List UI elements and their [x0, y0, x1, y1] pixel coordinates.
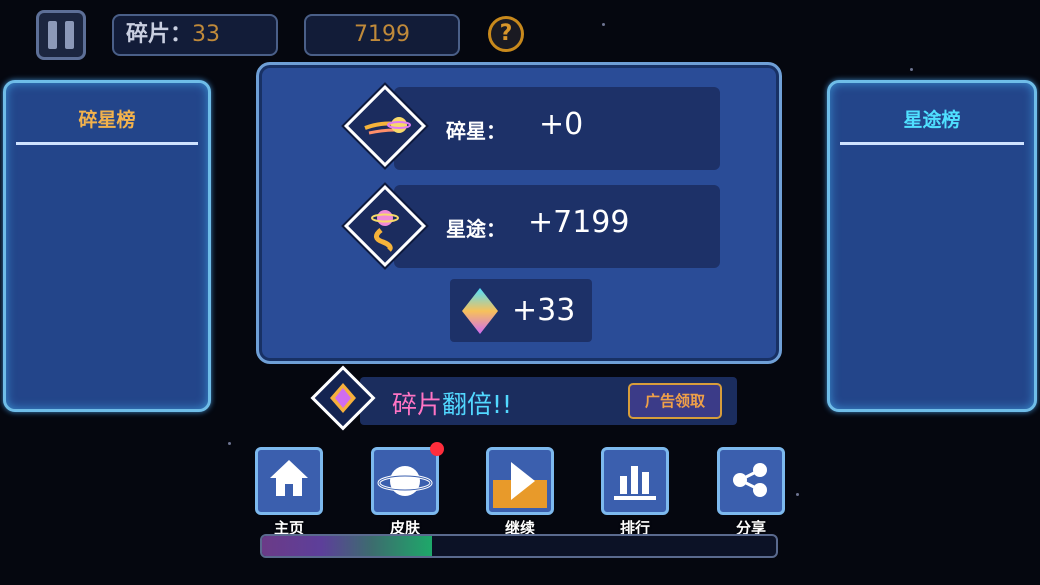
result-panel: 碎星： +0 星途： +7199 +33 [256, 62, 782, 364]
help-button[interactable]: ? [488, 16, 524, 52]
star [228, 442, 231, 445]
nav-share[interactable]: 分享 [717, 447, 785, 538]
nav-continue[interactable]: 继续 [486, 447, 554, 538]
fragments-label: 碎片： [126, 22, 193, 47]
shards-value: +0 [539, 107, 584, 142]
planet-icon [371, 442, 444, 515]
star [796, 493, 799, 496]
shard-leaderboard[interactable]: 碎星榜 [3, 80, 211, 412]
nav-home[interactable]: 主页 [255, 447, 323, 538]
star [602, 23, 605, 26]
fragments-counter: 碎片：33 [112, 14, 278, 56]
home-icon [255, 447, 323, 515]
journey-leaderboard[interactable]: 星途榜 [827, 80, 1037, 412]
double-reward-text-a: 碎片 [392, 390, 443, 419]
journey-leaderboard-title: 星途榜 [840, 105, 1024, 145]
share-icon [717, 447, 785, 515]
pause-button[interactable] [36, 10, 86, 60]
crystal-icon [462, 288, 498, 334]
nav-ranking[interactable]: 排行 [601, 447, 669, 538]
double-reward-text: 碎片翻倍!! [392, 385, 512, 421]
star [910, 68, 913, 71]
shard-leaderboard-title: 碎星榜 [16, 105, 198, 145]
bar-chart-icon [601, 447, 669, 515]
fragments-value: 33 [192, 22, 221, 47]
double-reward-text-b: 翻倍!! [442, 390, 513, 419]
watch-ad-button[interactable]: 广告领取 [628, 383, 722, 419]
play-icon [486, 447, 554, 515]
double-reward-bar: 碎片翻倍!! 广告领取 [360, 377, 737, 425]
shards-label: 碎星： [446, 119, 506, 143]
shards-result-row: 碎星： +0 [394, 87, 720, 170]
journey-value: +7199 [528, 205, 630, 240]
notification-dot [430, 442, 444, 456]
gem-value: +33 [512, 293, 576, 328]
pause-icon [48, 21, 57, 49]
progress-bar [260, 534, 778, 558]
pause-icon-bar [65, 21, 74, 49]
score-counter: 7199 [304, 14, 460, 56]
progress-fill [262, 536, 432, 556]
gem-reward: +33 [450, 279, 592, 342]
nav-skins[interactable]: 皮肤 [371, 442, 444, 538]
journey-label: 星途： [446, 217, 506, 241]
journey-result-row: 星途： +7199 [394, 185, 720, 268]
